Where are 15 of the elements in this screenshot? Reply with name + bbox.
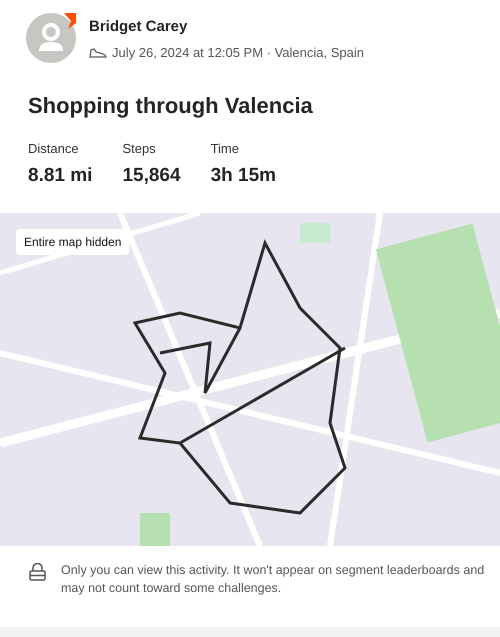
stat-value: 3h 15m xyxy=(210,164,276,188)
stat-value: 15,864 xyxy=(122,164,181,188)
activity-title: Shopping through Valencia xyxy=(27,92,314,120)
stat-value: 8.81 mi xyxy=(28,164,92,188)
map-hidden-label: Entire map hidden xyxy=(16,229,130,255)
stat-label: Steps xyxy=(122,141,157,157)
shoe-icon xyxy=(89,46,107,59)
privacy-note: Only you can view this activity. It won't appear on segment leaderboards and may not count toward some challenges. xyxy=(61,562,486,597)
badge-icon xyxy=(62,13,76,29)
activity-meta: July 26, 2024 at 12:05 PM · Valencia, Spain xyxy=(112,44,364,62)
stat-label: Time xyxy=(210,141,240,157)
avatar-icon xyxy=(26,13,76,63)
athlete-name[interactable]: Bridget Carey xyxy=(89,17,364,37)
stat-label: Distance xyxy=(28,141,80,157)
lock-icon xyxy=(29,563,46,581)
